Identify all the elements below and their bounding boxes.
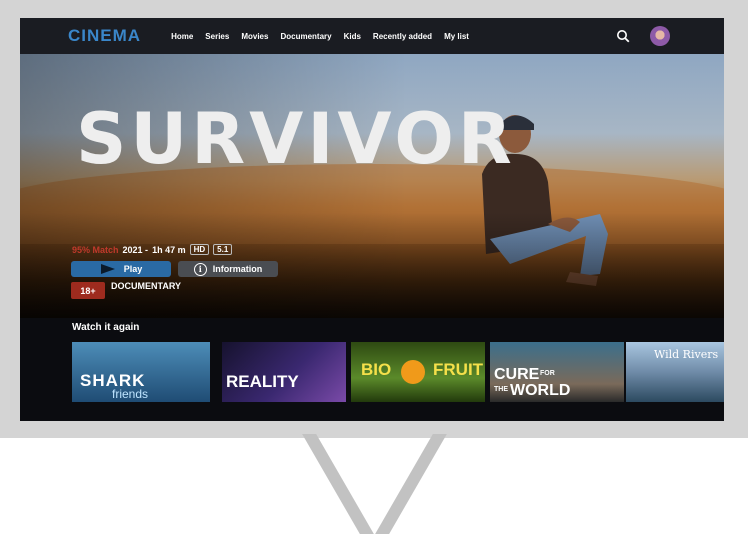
nav-kids[interactable]: Kids [344, 32, 361, 41]
nav-my-list[interactable]: My list [444, 32, 469, 41]
hero-banner: SURVIVOR [20, 54, 724, 318]
tile-cure-for-the-world[interactable]: CURE FOR THE WORLD [490, 342, 624, 402]
quality-badge: HD [189, 244, 210, 255]
release-year: 2021 - [122, 244, 149, 255]
row-title: Watch it again [72, 322, 140, 333]
search-icon[interactable] [616, 29, 630, 43]
nav-movies[interactable]: Movies [241, 32, 268, 41]
nav-documentary[interactable]: Documentary [280, 32, 331, 41]
top-nav: CINEMA Home Series Movies Documentary Ki… [20, 18, 724, 54]
screen: CINEMA Home Series Movies Documentary Ki… [20, 18, 724, 421]
tile-title-2: FOR [540, 370, 555, 377]
top-icons [616, 26, 670, 46]
nav-series[interactable]: Series [205, 32, 229, 41]
nav-home[interactable]: Home [171, 32, 193, 41]
audio-badge: 5.1 [213, 244, 233, 255]
logo[interactable]: CINEMA [68, 26, 141, 46]
play-button[interactable]: Play [71, 261, 171, 277]
duration: 1h 47 m [152, 244, 186, 255]
hero-title: SURVIVOR [76, 98, 516, 180]
nav-menu: Home Series Movies Documentary Kids Rece… [171, 32, 469, 41]
tile-subtitle: friends [112, 387, 149, 401]
stand-left-leg [302, 434, 374, 534]
tile-title: Wild Rivers [654, 348, 719, 361]
play-label: Play [123, 264, 143, 274]
hero-overlay [20, 54, 724, 318]
genre-label: DOCUMENTARY [111, 281, 181, 291]
orange-image [401, 360, 425, 384]
age-rating-badge: 18+ [71, 282, 105, 299]
tile-subtitle: FRUIT [433, 360, 484, 379]
match-score: 95% Match [72, 244, 119, 255]
play-icon [100, 264, 115, 274]
tile-title: BIO [361, 360, 392, 379]
hero-meta: 95% Match 2021 - 1h 47 m HD 5.1 [72, 244, 233, 255]
information-button[interactable]: i Information [178, 261, 278, 277]
tile-bio-fruit[interactable]: BIO FRUIT [351, 342, 485, 402]
info-icon: i [193, 262, 207, 276]
tile-title-4: WORLD [510, 382, 571, 399]
tile-title-3: THE [494, 386, 508, 393]
tile-title: REALITY [226, 372, 299, 391]
tv-frame: CINEMA Home Series Movies Documentary Ki… [0, 0, 748, 438]
avatar[interactable] [650, 26, 670, 46]
nav-recently-added[interactable]: Recently added [373, 32, 432, 41]
tile-reality[interactable]: REALITY [222, 342, 346, 402]
tile-shark-friends[interactable]: SHARK friends [72, 342, 210, 402]
information-label: Information [212, 264, 263, 274]
stand-right-leg [375, 434, 447, 534]
tile-wild-rivers[interactable]: Wild Rivers [626, 342, 724, 402]
